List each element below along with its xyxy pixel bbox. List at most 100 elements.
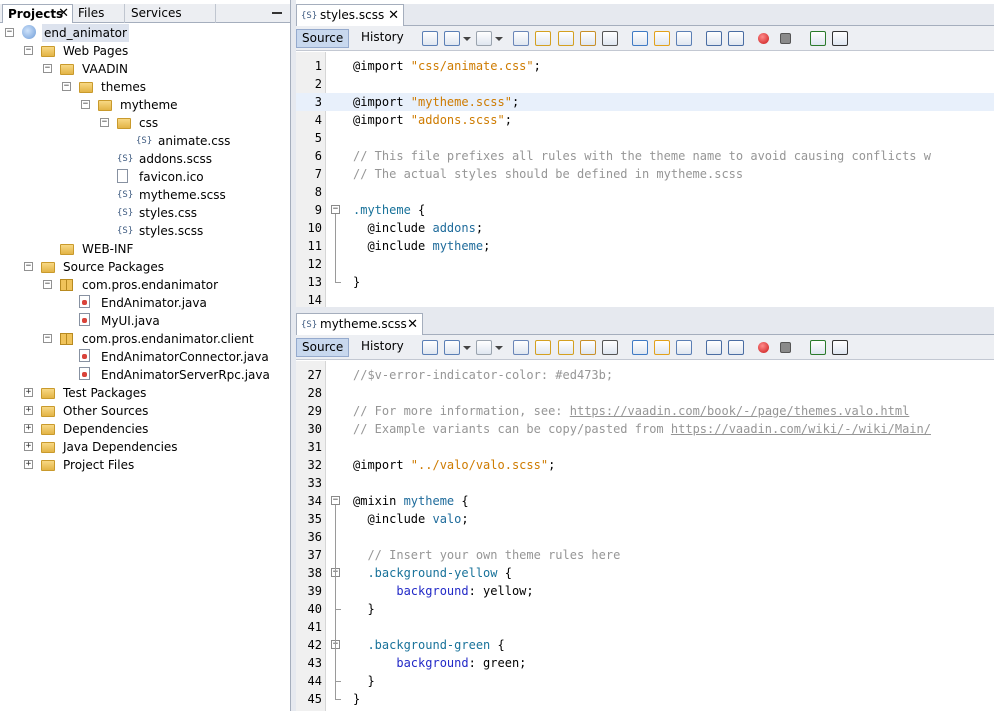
toggle-bookmark-icon[interactable]	[676, 340, 692, 355]
tree-node[interactable]: {S} styles.css	[0, 204, 290, 222]
tree-node[interactable]: EndAnimator.java	[0, 294, 290, 312]
code-line: 12	[296, 255, 994, 273]
back-icon[interactable]	[422, 31, 438, 46]
record-macro-icon[interactable]	[758, 342, 769, 353]
find-icon[interactable]	[513, 340, 529, 355]
dropdown-icon[interactable]	[495, 346, 503, 351]
tree-node[interactable]: − Source Packages	[0, 258, 290, 276]
tree-node[interactable]: EndAnimatorConnector.java	[0, 348, 290, 366]
collapse-icon[interactable]: −	[100, 118, 109, 127]
prev-bookmark-icon[interactable]	[632, 31, 648, 46]
expand-icon[interactable]: +	[24, 424, 33, 433]
toggle-highlight-icon[interactable]	[580, 31, 596, 46]
collapse-icon[interactable]: −	[43, 64, 52, 73]
code-line: 39 background: yellow;	[296, 582, 994, 600]
uncomment-icon[interactable]	[832, 340, 848, 355]
dropdown-icon[interactable]	[463, 346, 471, 351]
tree-node[interactable]: − themes	[0, 78, 290, 96]
tab-files[interactable]: Files	[73, 4, 125, 23]
toggle-highlight-icon[interactable]	[580, 340, 596, 355]
expand-icon[interactable]: +	[24, 460, 33, 469]
history-nav-icon[interactable]	[444, 31, 460, 46]
tree-node[interactable]: + Project Files	[0, 456, 290, 474]
select-icon[interactable]	[602, 340, 618, 355]
stop-macro-icon[interactable]	[780, 33, 791, 44]
tree-node[interactable]: WEB-INF	[0, 240, 290, 258]
collapse-icon[interactable]: −	[43, 280, 52, 289]
uncomment-icon[interactable]	[832, 31, 848, 46]
next-bookmark-icon[interactable]	[654, 340, 670, 355]
folder-src-icon	[41, 406, 55, 417]
tree-node[interactable]: − mytheme	[0, 96, 290, 114]
code-line: 44 }	[296, 649, 994, 690]
forward-icon[interactable]	[476, 31, 492, 46]
comment-icon[interactable]	[810, 31, 826, 46]
collapse-icon[interactable]: −	[43, 334, 52, 343]
tree-node[interactable]: favicon.ico	[0, 168, 290, 186]
tree-node[interactable]: {S} addons.scss	[0, 150, 290, 168]
shift-left-icon[interactable]	[706, 340, 722, 355]
fold-toggle-icon[interactable]: −	[331, 205, 340, 214]
tree-node[interactable]: − end_animator	[0, 24, 290, 42]
shift-right-icon[interactable]	[728, 340, 744, 355]
prev-bookmark-icon[interactable]	[632, 340, 648, 355]
tab-services[interactable]: Services	[126, 4, 216, 23]
tree-node[interactable]: {S} mytheme.scss	[0, 186, 290, 204]
find-prev-icon[interactable]	[535, 31, 551, 46]
token-url[interactable]: https://vaadin.com/wiki/-/wiki/Main/	[671, 422, 931, 436]
find-icon[interactable]	[513, 31, 529, 46]
history-nav-icon[interactable]	[444, 340, 460, 355]
tree-node[interactable]: − com.pros.endanimator	[0, 276, 290, 294]
code-area[interactable]: 1 @import "css/animate.css"; 2 3 @import "my…	[296, 52, 994, 307]
expand-icon[interactable]: +	[24, 406, 33, 415]
stop-macro-icon[interactable]	[780, 342, 791, 353]
token-url[interactable]: https://vaadin.com/book/-/page/themes.va…	[570, 404, 910, 418]
next-bookmark-icon[interactable]	[654, 31, 670, 46]
tree-node[interactable]: {S} animate.css	[0, 132, 290, 150]
tree-node[interactable]: + Test Packages	[0, 384, 290, 402]
tree-node[interactable]: + Dependencies	[0, 420, 290, 438]
expand-icon[interactable]: +	[24, 388, 33, 397]
dropdown-icon[interactable]	[463, 37, 471, 42]
history-button[interactable]: History	[356, 338, 409, 357]
tree-node[interactable]: + Java Dependencies	[0, 438, 290, 456]
close-icon[interactable]: ✕	[388, 5, 399, 26]
tab-styles-scss[interactable]: {S} styles.scss ✕	[296, 4, 404, 26]
close-icon[interactable]: ✕	[58, 5, 69, 23]
source-button[interactable]: Source	[296, 338, 350, 357]
history-button[interactable]: History	[356, 29, 409, 48]
shift-right-icon[interactable]	[728, 31, 744, 46]
collapse-icon[interactable]: −	[24, 262, 33, 271]
record-macro-icon[interactable]	[758, 33, 769, 44]
tree-node[interactable]: − com.pros.endanimator.client	[0, 330, 290, 348]
collapse-icon[interactable]: −	[81, 100, 90, 109]
tree-node[interactable]: − Web Pages	[0, 42, 290, 60]
dropdown-icon[interactable]	[495, 37, 503, 42]
fold-toggle-icon[interactable]: −	[331, 496, 340, 505]
tree-node[interactable]: − VAADIN	[0, 60, 290, 78]
tree-node[interactable]: + Other Sources	[0, 402, 290, 420]
forward-icon[interactable]	[476, 340, 492, 355]
toggle-bookmark-icon[interactable]	[676, 31, 692, 46]
expand-icon[interactable]: +	[24, 442, 33, 451]
collapse-icon[interactable]: −	[5, 28, 14, 37]
find-prev-icon[interactable]	[535, 340, 551, 355]
back-icon[interactable]	[422, 340, 438, 355]
shift-left-icon[interactable]	[706, 31, 722, 46]
tree-node[interactable]: MyUI.java	[0, 312, 290, 330]
comment-icon[interactable]	[810, 340, 826, 355]
minimize-icon[interactable]	[272, 12, 282, 14]
source-button[interactable]: Source	[296, 29, 350, 48]
find-next-icon[interactable]	[558, 340, 574, 355]
tree-node[interactable]: − css	[0, 114, 290, 132]
tab-mytheme-scss[interactable]: {S} mytheme.scss ✕	[296, 313, 423, 335]
tab-projects[interactable]: Projects ✕	[2, 4, 73, 23]
tree-node[interactable]: {S} styles.scss	[0, 222, 290, 240]
collapse-icon[interactable]: −	[24, 46, 33, 55]
code-area[interactable]: 27 //$v-error-indicator-color: #ed473b; 28…	[296, 361, 994, 711]
find-next-icon[interactable]	[558, 31, 574, 46]
close-icon[interactable]: ✕	[407, 314, 418, 335]
tree-node[interactable]: EndAnimatorServerRpc.java	[0, 366, 290, 384]
collapse-icon[interactable]: −	[62, 82, 71, 91]
select-icon[interactable]	[602, 31, 618, 46]
